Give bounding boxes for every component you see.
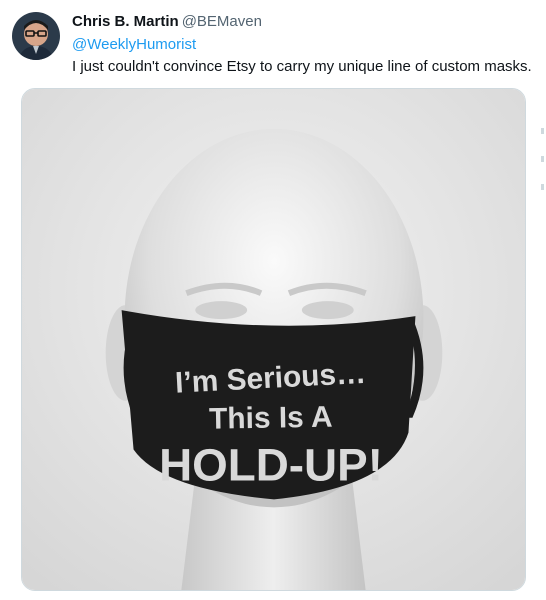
mask-text-line3: HOLD-UP! xyxy=(159,439,383,490)
reply-to-mention[interactable]: @WeeklyHumorist xyxy=(72,36,196,53)
scrollbar-mark xyxy=(541,184,544,190)
avatar-image xyxy=(12,12,60,60)
author-display-name[interactable]: Chris B. Martin xyxy=(72,13,179,30)
mask-text-line2: This Is A xyxy=(209,401,333,436)
tweet-text: I just couldn't convince Etsy to carry m… xyxy=(72,58,532,75)
mask-photo: I’m Serious… This Is A HOLD-UP! xyxy=(22,89,525,590)
author-handle[interactable]: @BEMaven xyxy=(182,13,262,30)
scrollbar-mark xyxy=(541,156,544,162)
tweet-author-line: Chris B. Martin @BEMaven xyxy=(72,13,262,30)
scrollbar[interactable] xyxy=(539,100,546,400)
avatar[interactable] xyxy=(12,12,60,60)
tweet-media-image[interactable]: I’m Serious… This Is A HOLD-UP! xyxy=(21,88,526,591)
tweet[interactable]: Chris B. Martin @BEMaven @WeeklyHumorist … xyxy=(0,0,546,600)
scrollbar-mark xyxy=(541,128,544,134)
